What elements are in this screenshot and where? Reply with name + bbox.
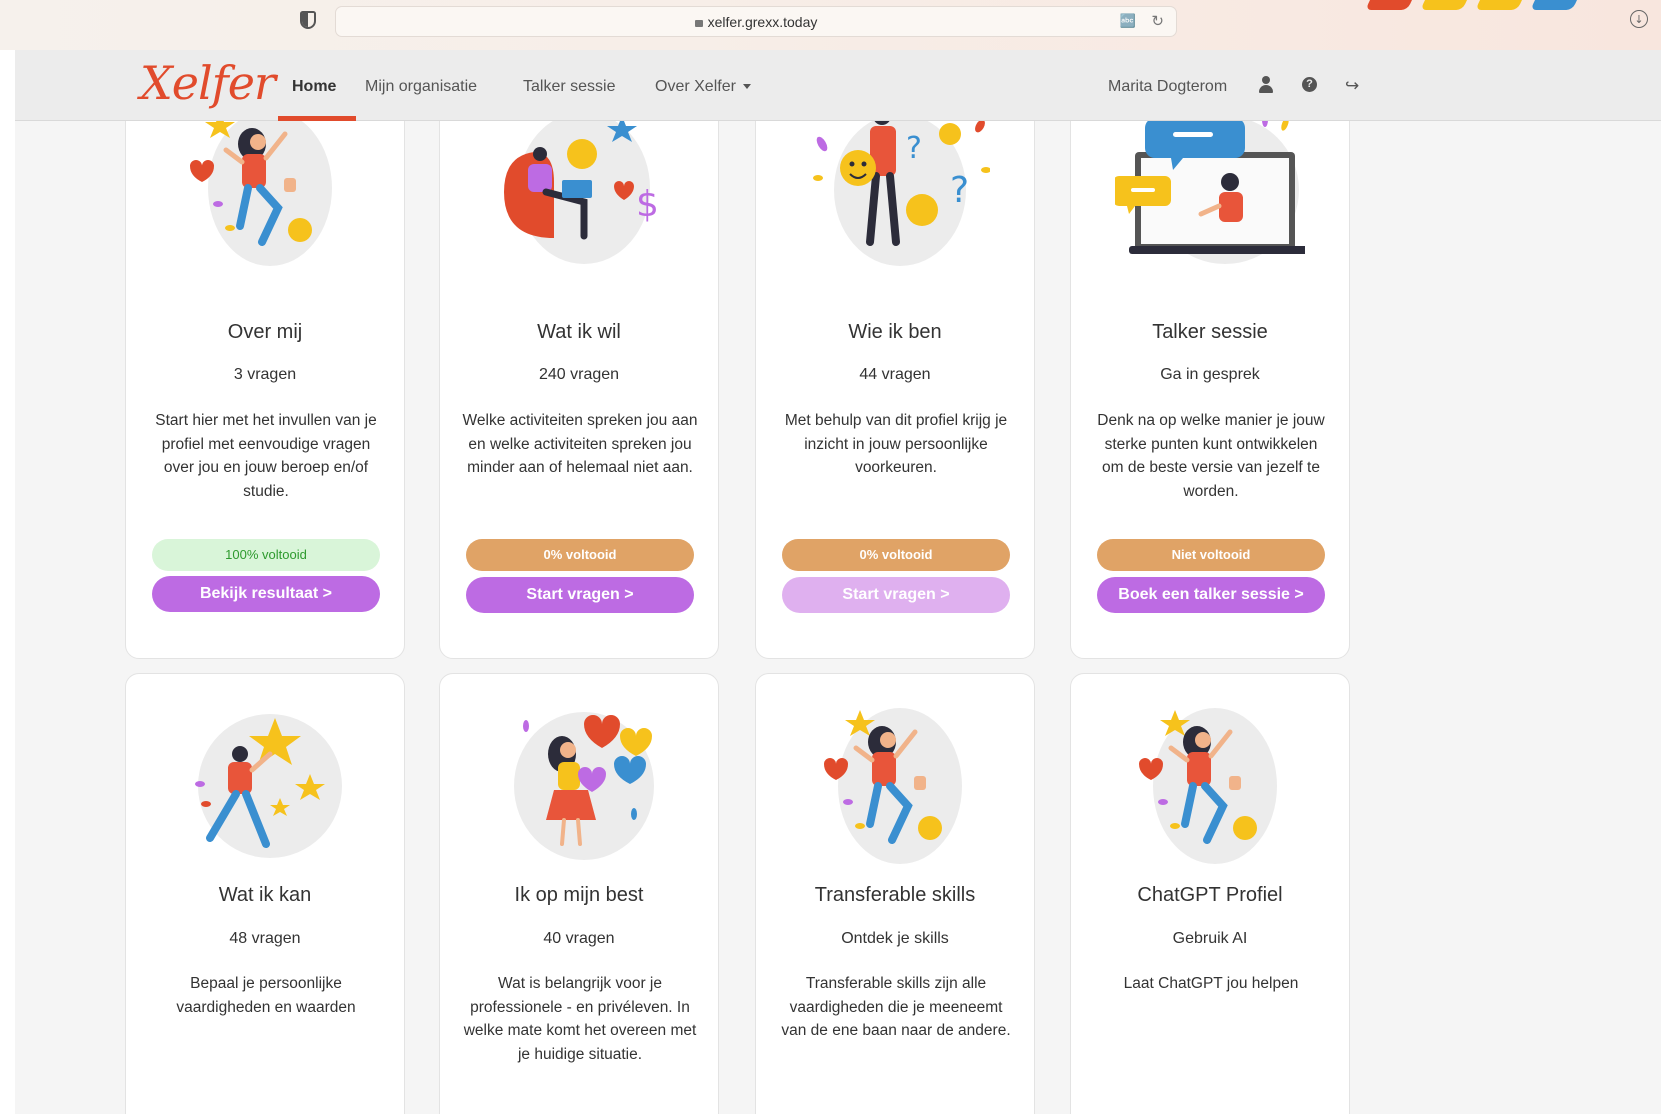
card-description: Denk na op welke manier je jouw sterke p… xyxy=(1097,412,1325,500)
card-description: Bepaal je persoonlijke vaardigheden en w… xyxy=(176,975,356,1016)
active-tab-indicator xyxy=(278,116,356,121)
card-ik-op-mijn-best: Ik op mijn best 40 vragen Wat is belangr… xyxy=(439,673,719,1114)
card-question-count: 240 vragen xyxy=(538,366,620,383)
view-result-button[interactable]: Bekijk resultaat > xyxy=(152,576,380,612)
url-text: xelfer.grexx.today xyxy=(336,14,1176,30)
decorative-shape xyxy=(1530,0,1582,10)
card-description: Met behulp van dit profiel krijg je inzi… xyxy=(784,412,1008,476)
book-talker-session-button[interactable]: Boek een talker sessie > xyxy=(1097,577,1325,613)
card-transferable-skills: Transferable skills Ontdek je skills Tra… xyxy=(755,673,1035,1114)
card-title: Wie ik ben xyxy=(848,321,942,343)
nav-over-xelfer-dropdown[interactable]: Over Xelfer xyxy=(655,78,751,96)
card-question-count: 48 vragen xyxy=(229,930,301,947)
card-over-mij: Over mij 3 vragen Start hier met het inv… xyxy=(125,50,405,659)
nav-talker-sessie[interactable]: Talker sessie xyxy=(523,78,615,96)
card-talker-sessie: Talker sessie Ga in gesprek Denk na op w… xyxy=(1070,50,1350,659)
nav-home[interactable]: Home xyxy=(292,78,336,96)
card-wat-ik-wil: $ Wat ik wil 240 vragen Welke activiteit… xyxy=(439,50,719,659)
card-description: Start hier met het invullen van je profi… xyxy=(155,412,377,500)
translate-icon[interactable]: 🔤 xyxy=(1120,14,1136,29)
progress-status: Niet voltooid xyxy=(1097,539,1325,571)
lock-icon xyxy=(694,20,703,27)
xelfer-logo[interactable]: Xelfer xyxy=(140,56,276,110)
progress-status: 0% voltooid xyxy=(466,539,694,571)
svg-text:$: $ xyxy=(636,184,659,225)
address-bar[interactable]: xelfer.grexx.today 🔤 ↻ xyxy=(335,6,1177,37)
card-title: Ik op mijn best xyxy=(514,884,644,906)
person-with-stars-illustration xyxy=(195,714,342,858)
nav-mijn-organisatie[interactable]: Mijn organisatie xyxy=(365,78,477,96)
person-jumping-illustration xyxy=(1139,708,1277,864)
user-name[interactable]: Marita Dogterom xyxy=(1108,78,1227,96)
card-description: Welke activiteiten spreken jou aan en we… xyxy=(462,412,698,476)
reload-icon[interactable]: ↻ xyxy=(1151,12,1164,30)
card-wat-ik-kan: Wat ik kan 48 vragen Bepaal je persoonli… xyxy=(125,673,405,1114)
card-question-count: 44 vragen xyxy=(859,366,931,383)
person-jumping-illustration xyxy=(824,708,962,864)
person-with-hearts-illustration xyxy=(514,712,654,860)
help-icon[interactable]: ? xyxy=(1302,77,1317,92)
card-question-count: 40 vragen xyxy=(543,930,615,947)
card-subtitle: Gebruik AI xyxy=(1172,930,1248,947)
card-subtitle: Ga in gesprek xyxy=(1160,366,1260,383)
video-call-illustration xyxy=(1115,113,1305,264)
chevron-down-icon xyxy=(742,84,751,90)
shield-icon[interactable] xyxy=(300,11,316,29)
url-label: xelfer.grexx.today xyxy=(707,14,818,30)
card-wie-ik-ben: ? ? Wie ik ben 44 vragen Met behulp van … xyxy=(755,50,1035,659)
app-viewport: Over mij 3 vragen Start hier met het inv… xyxy=(15,50,1661,1114)
card-title: Transferable skills xyxy=(814,884,976,906)
card-description: Transferable skills zijn alle vaardighed… xyxy=(781,975,1011,1039)
person-laptop-illustration: $ xyxy=(504,112,659,264)
person-jumping-illustration xyxy=(190,110,332,266)
svg-text:?: ? xyxy=(906,131,922,166)
card-title: Over mij xyxy=(227,321,303,343)
download-icon[interactable]: ↓ xyxy=(1630,10,1648,28)
card-title: ChatGPT Profiel xyxy=(1137,884,1283,906)
card-title: Wat ik kan xyxy=(218,884,312,906)
start-questions-button[interactable]: Start vragen > xyxy=(466,577,694,613)
card-description: Wat is belangrijk voor je professionele … xyxy=(463,975,697,1063)
start-questions-button[interactable]: Start vragen > xyxy=(782,577,1010,613)
progress-status: 100% voltooid xyxy=(152,539,380,571)
decorative-shape xyxy=(1420,0,1472,10)
logout-icon[interactable]: ↪ xyxy=(1345,76,1359,96)
decorative-shape xyxy=(1365,0,1417,10)
person-with-masks-illustration: ? ? xyxy=(813,107,990,266)
browser-toolbar: xelfer.grexx.today 🔤 ↻ ↓ xyxy=(0,0,1661,50)
card-title: Talker sessie xyxy=(1152,321,1268,343)
progress-status: 0% voltooid xyxy=(782,539,1010,571)
card-title: Wat ik wil xyxy=(537,321,621,343)
card-question-count: 3 vragen xyxy=(233,366,297,383)
decorative-shape xyxy=(1475,0,1527,10)
card-description: Laat ChatGPT jou helpen xyxy=(1123,975,1299,992)
svg-text:?: ? xyxy=(950,170,969,211)
nav-over-xelfer-label: Over Xelfer xyxy=(655,78,736,95)
user-icon[interactable] xyxy=(1258,76,1274,94)
card-subtitle: Ontdek je skills xyxy=(841,930,949,947)
main-navbar: Xelfer Home Mijn organisatie Talker sess… xyxy=(15,50,1661,121)
card-chatgpt-profiel: ChatGPT Profiel Gebruik AI Laat ChatGPT … xyxy=(1070,673,1350,1114)
